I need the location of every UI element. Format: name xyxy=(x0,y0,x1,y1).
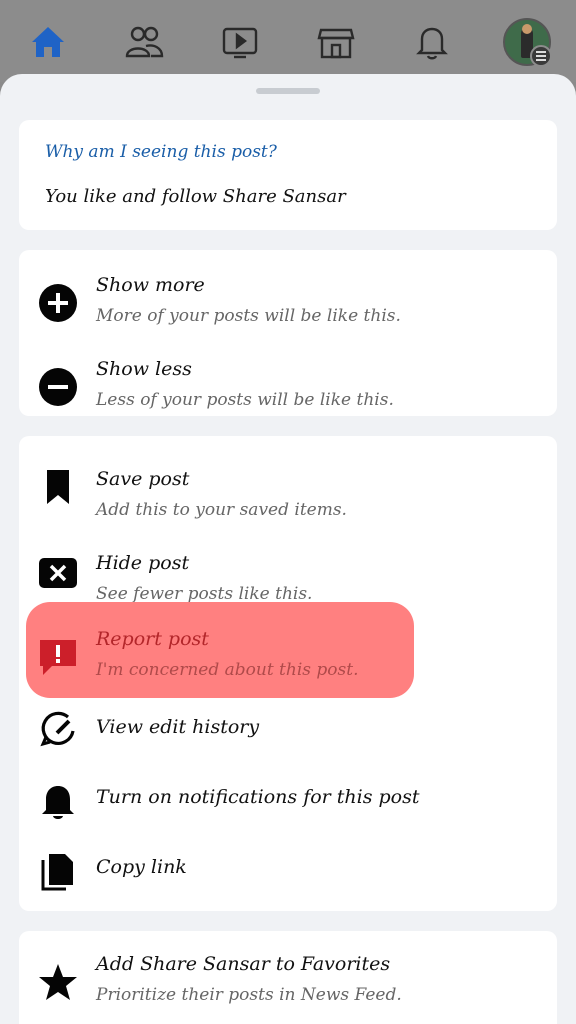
report-post-option[interactable]: Report post I'm concerned about this pos… xyxy=(19,614,557,684)
show-more-label: Show more xyxy=(96,274,205,296)
save-post-option[interactable]: Save post Add this to your saved items. xyxy=(19,446,557,520)
report-icon xyxy=(37,636,79,678)
post-actions-card: Save post Add this to your saved items. … xyxy=(19,436,557,911)
marketplace-icon[interactable] xyxy=(312,18,360,66)
add-to-favorites-option[interactable]: Add Share Sansar to Favorites Prioritize… xyxy=(19,941,557,1011)
show-more-option[interactable]: Show more More of your posts will be lik… xyxy=(19,260,557,330)
show-less-label: Show less xyxy=(96,358,192,380)
hide-post-label: Hide post xyxy=(96,552,190,574)
feed-controls-card: Show more More of your posts will be lik… xyxy=(19,250,557,416)
show-more-description: More of your posts will be like this. xyxy=(96,306,401,326)
close-box-icon xyxy=(37,552,79,594)
minus-circle-icon xyxy=(37,366,79,408)
notifications-label: Turn on notifications for this post xyxy=(96,786,420,808)
post-options-sheet: Why am I seeing this post? You like and … xyxy=(0,74,576,1024)
why-seeing-reason: You like and follow Share Sansar xyxy=(45,186,346,207)
view-edit-history-option[interactable]: View edit history xyxy=(19,698,557,768)
plus-circle-icon xyxy=(37,282,79,324)
menu-icon[interactable] xyxy=(530,45,552,67)
friends-icon[interactable] xyxy=(120,18,168,66)
notifications-option[interactable]: Turn on notifications for this post xyxy=(19,768,557,838)
hide-post-option[interactable]: Hide post See fewer posts like this. xyxy=(19,530,557,604)
why-seeing-card[interactable]: Why am I seeing this post? You like and … xyxy=(19,120,557,230)
hide-post-description: See fewer posts like this. xyxy=(96,584,313,604)
save-post-description: Add this to your saved items. xyxy=(96,500,347,520)
show-less-description: Less of your posts will be like this. xyxy=(96,390,394,410)
bookmark-icon xyxy=(37,466,79,508)
why-seeing-link[interactable]: Why am I seeing this post? xyxy=(45,142,277,162)
add-to-favorites-description: Prioritize their posts in News Feed. xyxy=(96,985,402,1005)
home-icon[interactable] xyxy=(24,18,72,66)
edit-history-icon xyxy=(37,708,79,750)
show-less-option[interactable]: Show less Less of your posts will be lik… xyxy=(19,344,557,414)
star-icon xyxy=(37,961,79,1003)
bell-icon[interactable] xyxy=(408,18,456,66)
add-to-favorites-label: Add Share Sansar to Favorites xyxy=(96,953,391,975)
copy-icon xyxy=(37,850,79,892)
save-post-label: Save post xyxy=(96,468,190,490)
sheet-drag-handle[interactable] xyxy=(256,88,320,94)
bell-icon xyxy=(37,780,79,822)
report-post-description: I'm concerned about this post. xyxy=(96,660,359,680)
view-edit-history-label: View edit history xyxy=(96,716,260,738)
top-nav-bar xyxy=(0,0,576,82)
copy-link-option[interactable]: Copy link xyxy=(19,838,557,908)
report-post-label: Report post xyxy=(96,628,209,650)
watch-icon[interactable] xyxy=(216,18,264,66)
favorites-card: Add Share Sansar to Favorites Prioritize… xyxy=(19,931,557,1024)
copy-link-label: Copy link xyxy=(96,856,187,878)
